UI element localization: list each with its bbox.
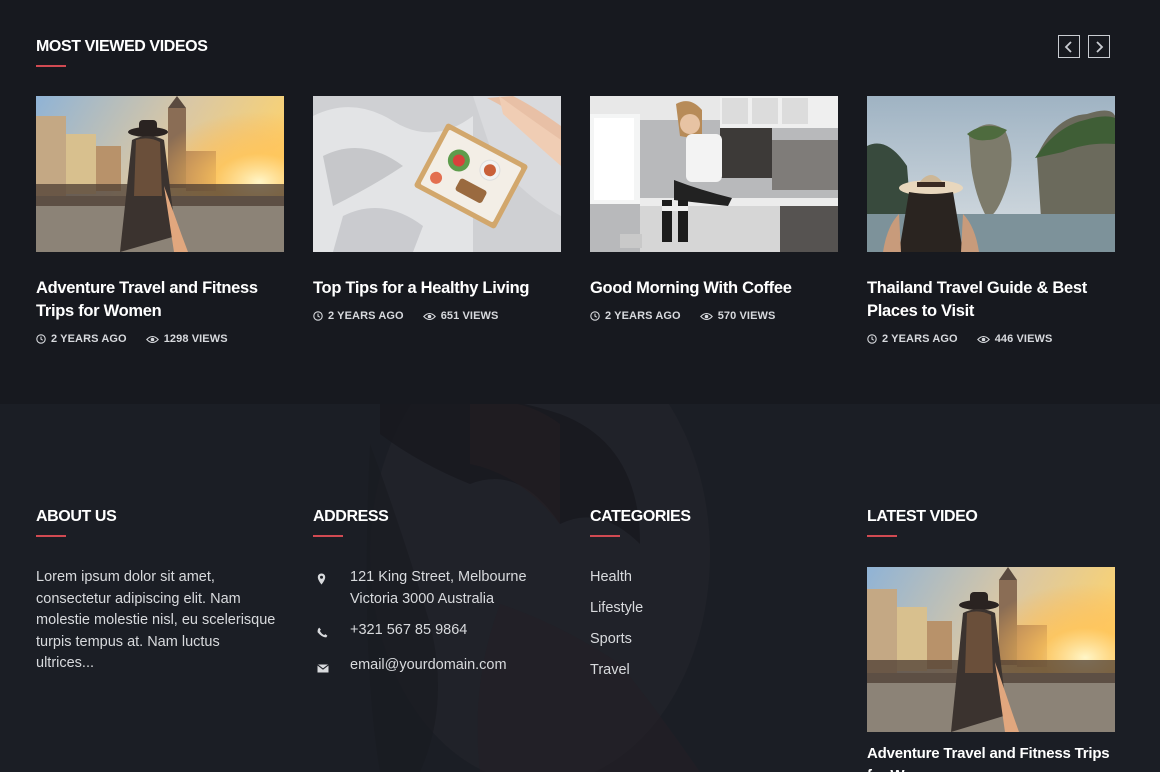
section-title: MOST VIEWED VIDEOS: [36, 38, 208, 55]
video-meta: 2 YEARS AGO 570 VIEWS: [590, 310, 838, 322]
about-text: Lorem ipsum dolor sit amet, consectetur …: [36, 569, 276, 671]
category-link-travel[interactable]: Travel: [590, 660, 691, 682]
video-age-text: 2 YEARS AGO: [605, 310, 681, 322]
video-views: 446 VIEWS: [976, 333, 1053, 345]
latest-video-thumbnail[interactable]: [867, 567, 1115, 732]
footer-about-column: ABOUT US Lorem ipsum dolor sit amet, con…: [36, 508, 281, 675]
chevron-left-icon: [1064, 40, 1072, 53]
clock-icon: [867, 334, 877, 344]
address-email-row: email@yourdomain.com: [313, 655, 550, 681]
video-card: Adventure Travel and Fitness Trips for W…: [36, 96, 284, 345]
categories-list: Health Lifestyle Sports Travel: [590, 567, 691, 682]
city-travel-image: [867, 567, 1115, 732]
video-views-text: 1298 VIEWS: [163, 333, 228, 345]
video-meta: 2 YEARS AGO 1298 VIEWS: [36, 333, 284, 345]
video-views-text: 651 VIEWS: [440, 310, 499, 322]
carousel-prev-button[interactable]: [1058, 35, 1080, 58]
video-title[interactable]: Top Tips for a Healthy Living: [313, 277, 561, 300]
address-email[interactable]: email@yourdomain.com: [350, 655, 507, 677]
address-phone[interactable]: +321 567 85 9864: [350, 620, 467, 642]
most-viewed-section: MOST VIEWED VIDEOS Adventure Travel and …: [0, 0, 1160, 404]
footer: ABOUT US Lorem ipsum dolor sit amet, con…: [0, 404, 1160, 772]
title-underline: [36, 535, 66, 537]
latest-video-title: LATEST VIDEO: [867, 508, 978, 525]
clock-icon: [36, 334, 46, 344]
eye-icon: [422, 312, 436, 320]
footer-categories-column: CATEGORIES Health Lifestyle Sports Trave…: [590, 508, 691, 691]
video-views-text: 570 VIEWS: [717, 310, 776, 322]
address-phone-row: +321 567 85 9864: [313, 620, 550, 646]
eye-icon: [976, 335, 990, 343]
categories-title: CATEGORIES: [590, 508, 691, 525]
video-views: 1298 VIEWS: [145, 333, 228, 345]
envelope-icon: [317, 663, 329, 672]
carousel-next-button[interactable]: [1088, 35, 1110, 58]
video-views: 570 VIEWS: [699, 310, 776, 322]
video-title[interactable]: Adventure Travel and Fitness Trips for W…: [36, 277, 284, 323]
title-underline: [313, 535, 343, 537]
map-pin-icon: [317, 573, 326, 585]
video-card: Top Tips for a Healthy Living 2 YEARS AG…: [313, 96, 561, 322]
address-street: 121 King Street, Melbourne Victoria 3000…: [350, 569, 527, 607]
video-views: 651 VIEWS: [422, 310, 499, 322]
about-title: ABOUT US: [36, 508, 117, 525]
city-travel-image: [36, 96, 284, 252]
kitchen-coffee-image: [590, 96, 838, 252]
video-thumbnail-morning-coffee[interactable]: [590, 96, 838, 252]
thailand-islands-image: [867, 96, 1115, 252]
clock-icon: [313, 311, 323, 321]
clock-icon: [590, 311, 600, 321]
video-thumbnail-thailand-travel[interactable]: [867, 96, 1115, 252]
footer-latest-video-column: LATEST VIDEO Adventure Travel and Fitnes…: [867, 508, 1127, 772]
video-age: 2 YEARS AGO: [313, 310, 404, 322]
video-thumbnail-city-travel[interactable]: [36, 96, 284, 252]
footer-address-column: ADDRESS 121 King Street, Melbourne Victo…: [313, 508, 550, 680]
video-views-text: 446 VIEWS: [994, 333, 1053, 345]
eye-icon: [699, 312, 713, 320]
video-thumbnail-healthy-breakfast[interactable]: [313, 96, 561, 252]
chevron-right-icon: [1096, 40, 1104, 53]
title-underline: [590, 535, 620, 537]
video-meta: 2 YEARS AGO 651 VIEWS: [313, 310, 561, 322]
video-card: Thailand Travel Guide & Best Places to V…: [867, 96, 1115, 345]
title-underline: [867, 535, 897, 537]
video-age-text: 2 YEARS AGO: [882, 333, 958, 345]
video-age: 2 YEARS AGO: [36, 333, 127, 345]
category-link-health[interactable]: Health: [590, 567, 691, 589]
video-age: 2 YEARS AGO: [867, 333, 958, 345]
address-title: ADDRESS: [313, 508, 389, 525]
eye-icon: [145, 335, 159, 343]
video-title[interactable]: Good Morning With Coffee: [590, 277, 838, 300]
latest-video-link[interactable]: Adventure Travel and Fitness Trips for W…: [867, 743, 1127, 772]
breakfast-in-bed-image: [313, 96, 561, 252]
address-street-row: 121 King Street, Melbourne Victoria 3000…: [313, 567, 550, 610]
category-link-sports[interactable]: Sports: [590, 629, 691, 651]
category-link-lifestyle[interactable]: Lifestyle: [590, 598, 691, 620]
title-underline: [36, 65, 66, 67]
video-card: Good Morning With Coffee 2 YEARS AGO 570…: [590, 96, 838, 322]
video-age-text: 2 YEARS AGO: [328, 310, 404, 322]
video-age: 2 YEARS AGO: [590, 310, 681, 322]
phone-icon: [317, 627, 328, 637]
video-age-text: 2 YEARS AGO: [51, 333, 127, 345]
video-meta: 2 YEARS AGO 446 VIEWS: [867, 333, 1115, 345]
video-title[interactable]: Thailand Travel Guide & Best Places to V…: [867, 277, 1115, 323]
